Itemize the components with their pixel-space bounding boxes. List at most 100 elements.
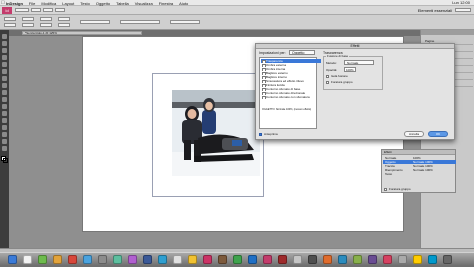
rotation-field[interactable] xyxy=(58,17,70,21)
preview-checkbox[interactable] xyxy=(259,133,262,136)
stroke-type-select[interactable] xyxy=(120,20,160,24)
dock-app-icon[interactable] xyxy=(8,255,17,264)
dock-app-icon[interactable] xyxy=(443,255,452,264)
dock-app-icon[interactable] xyxy=(353,255,362,264)
app-bar: Id Elementi essenziali xyxy=(0,6,474,15)
bridge-button[interactable] xyxy=(15,8,29,12)
effects-panel: Effetti Normale 100% Oggetto Normale 100% Tr… xyxy=(381,149,456,193)
zoom-level-field[interactable] xyxy=(31,8,41,12)
pen-tool-icon[interactable] xyxy=(2,76,7,81)
isolate-blending-checkbox[interactable] xyxy=(326,75,329,78)
app-logo-icon: Id xyxy=(2,7,12,14)
menu-item-0[interactable]: InDesign xyxy=(6,1,23,6)
x-field[interactable] xyxy=(4,17,16,21)
dock-app-icon[interactable] xyxy=(278,255,287,264)
selection-tool-icon[interactable] xyxy=(2,34,7,39)
menu-item-6[interactable]: Tabella xyxy=(116,1,129,6)
width-field[interactable] xyxy=(22,17,34,21)
dock-app-icon[interactable] xyxy=(203,255,212,264)
knockout-checkbox[interactable] xyxy=(384,188,387,191)
dock-app-icon[interactable] xyxy=(233,255,242,264)
line-tool-icon[interactable] xyxy=(2,69,7,74)
effects-list-rows: Trasparenza Ombra esterna Ombra interna Bag… xyxy=(260,59,321,99)
dock-app-icon[interactable] xyxy=(368,255,377,264)
gradient-tool-icon[interactable] xyxy=(2,118,7,123)
menu-item-7[interactable]: Visualizza xyxy=(135,1,153,6)
height-field[interactable] xyxy=(22,23,34,27)
dock-app-icon[interactable] xyxy=(323,255,332,264)
settings-for-select[interactable]: Oggetto xyxy=(289,50,315,55)
mode-select[interactable]: Normale xyxy=(344,60,374,65)
menu-item-2[interactable]: Modifica xyxy=(41,1,56,6)
view-options-button[interactable] xyxy=(43,8,53,12)
opacity-field[interactable]: 100% xyxy=(344,67,356,72)
screen-mode-button[interactable] xyxy=(55,8,65,12)
search-field[interactable] xyxy=(455,8,471,12)
dock-app-icon[interactable] xyxy=(188,255,197,264)
dock-app-icon[interactable] xyxy=(398,255,407,264)
scale-x-field[interactable] xyxy=(40,17,52,21)
rectangle-frame-tool-icon[interactable] xyxy=(2,90,7,95)
scissors-tool-icon[interactable] xyxy=(2,104,7,109)
dock-app-icon[interactable] xyxy=(173,255,182,264)
dock-app-icon[interactable] xyxy=(263,255,272,264)
effects-panel-tabbar: Effetti xyxy=(382,150,455,155)
document-tab[interactable]: *Senza titolo-1 @ 125% xyxy=(22,31,142,35)
knockout-group-label: Foratura gruppo xyxy=(331,80,353,84)
dock-app-icon[interactable] xyxy=(68,255,77,264)
effects-dialog: Effetti Impostazioni per: Oggetto Traspa… xyxy=(255,43,455,140)
dock-app-icon[interactable] xyxy=(38,255,47,264)
effect-list-item[interactable]: Contorno sfumato con sfumatura xyxy=(261,95,321,99)
gap-tool-icon[interactable] xyxy=(2,55,7,60)
menu-item-5[interactable]: Oggetto xyxy=(96,1,110,6)
stroke-weight-field[interactable] xyxy=(80,20,110,24)
dock-app-icon[interactable] xyxy=(218,255,227,264)
dock-app-icon[interactable] xyxy=(413,255,422,264)
dock-app-icon[interactable] xyxy=(128,255,137,264)
dock-app-icon[interactable] xyxy=(158,255,167,264)
pencil-tool-icon[interactable] xyxy=(2,83,7,88)
type-tool-icon[interactable] xyxy=(2,62,7,67)
rectangle-tool-icon[interactable] xyxy=(2,97,7,102)
effects-list: Trasparenza Ombra esterna Ombra interna Bag… xyxy=(259,57,321,129)
effects-panel-tab[interactable]: Effetti xyxy=(384,150,392,155)
control-bar xyxy=(0,15,474,30)
note-tool-icon[interactable] xyxy=(2,125,7,130)
dock-app-icon[interactable] xyxy=(338,255,347,264)
dock-app-icon[interactable] xyxy=(428,255,437,264)
dock-app-icon[interactable] xyxy=(23,255,32,264)
ok-button[interactable]: OK xyxy=(428,131,448,137)
knockout-group-checkbox[interactable] xyxy=(326,81,329,84)
menu-item-3[interactable]: Layout xyxy=(62,1,74,6)
dock-app-icon[interactable] xyxy=(143,255,152,264)
dock-app-icon[interactable] xyxy=(308,255,317,264)
menu-item-4[interactable]: Testo xyxy=(80,1,90,6)
effects-opacity-field[interactable] xyxy=(170,20,200,24)
effects-panel-row[interactable]: Testo xyxy=(383,172,456,176)
dialog-title: Effetti xyxy=(256,44,454,49)
hand-tool-icon[interactable] xyxy=(2,139,7,144)
dock-app-icon[interactable] xyxy=(83,255,92,264)
page-tool-icon[interactable] xyxy=(2,48,7,53)
shear-field[interactable] xyxy=(58,23,70,27)
dock-app-icon[interactable] xyxy=(113,255,122,264)
direct-selection-tool-icon[interactable] xyxy=(2,41,7,46)
workspace-switcher[interactable]: Elementi essenziali xyxy=(418,8,452,13)
eyedropper-tool-icon[interactable] xyxy=(2,132,7,137)
free-transform-tool-icon[interactable] xyxy=(2,111,7,116)
menu-item-8[interactable]: Finestra xyxy=(159,1,173,6)
menu-item-1[interactable]: File xyxy=(29,1,35,6)
dock-app-icon[interactable] xyxy=(383,255,392,264)
cancel-button[interactable]: Annulla xyxy=(404,131,424,137)
effect-checkbox[interactable] xyxy=(262,96,266,99)
dock-app-icon[interactable] xyxy=(248,255,257,264)
menu-item-9[interactable]: Aiuto xyxy=(179,1,188,6)
stroke-swatch-icon[interactable] xyxy=(3,158,8,163)
placed-photo[interactable] xyxy=(172,90,260,176)
dock-app-icon[interactable] xyxy=(53,255,62,264)
scale-y-field[interactable] xyxy=(40,23,52,27)
zoom-tool-icon[interactable] xyxy=(2,146,7,151)
y-field[interactable] xyxy=(4,23,16,27)
dock-app-icon[interactable] xyxy=(293,255,302,264)
dock-app-icon[interactable] xyxy=(98,255,107,264)
